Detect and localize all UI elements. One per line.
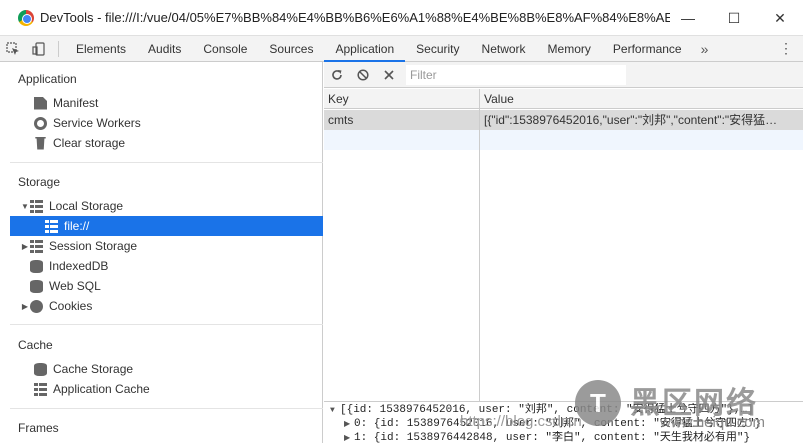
section-divider <box>10 162 323 163</box>
table-row[interactable]: cmts [{"id":1538976452016,"user":"刘邦","c… <box>324 110 803 130</box>
application-sidebar: Application Manifest Service Workers Cle… <box>10 62 323 443</box>
tab-memory[interactable]: Memory <box>537 36 602 62</box>
watermark-url: https://blog.csdn.n <box>460 413 582 430</box>
title-bar: DevTools - file:///I:/vue/04/05%E7%BB%84… <box>0 0 803 36</box>
sidebar-item-cookies[interactable]: ▶ Cookies <box>10 296 323 316</box>
empty-table-row[interactable] <box>324 130 803 150</box>
maximize-button[interactable]: ☐ <box>711 0 757 36</box>
table-icon <box>45 219 58 233</box>
sidebar-item-local-storage[interactable]: ▼ Local Storage <box>10 196 323 216</box>
collapsed-arrow-icon[interactable]: ▶ <box>344 432 354 443</box>
kebab-menu-icon[interactable]: ⋮ <box>779 41 793 55</box>
sidebar-item-label: Manifest <box>53 96 99 110</box>
clear-all-icon[interactable] <box>350 62 376 88</box>
sidebar-item-label: Service Workers <box>53 116 141 130</box>
window-title: DevTools - file:///I:/vue/04/05%E7%BB%84… <box>40 10 670 25</box>
section-application: Application <box>18 72 77 86</box>
collapsed-arrow-icon[interactable]: ▶ <box>20 302 30 311</box>
sidebar-item-indexeddb[interactable]: IndexedDB <box>10 256 323 276</box>
database-icon <box>30 279 43 293</box>
more-tabs-button[interactable]: » <box>693 41 717 57</box>
preview-item-text: 1: {id: 1538976442848, user: "李白", conte… <box>354 432 751 443</box>
sidebar-item-service-workers[interactable]: Service Workers <box>10 113 323 133</box>
inspect-element-icon[interactable] <box>0 36 26 62</box>
tab-security[interactable]: Security <box>405 36 470 62</box>
tab-performance[interactable]: Performance <box>602 36 693 62</box>
table-icon <box>34 382 47 396</box>
device-toolbar-icon[interactable] <box>26 36 52 62</box>
table-icon <box>30 199 43 213</box>
close-button[interactable]: ✕ <box>757 0 803 36</box>
storage-toolbar <box>324 62 803 88</box>
manifest-icon <box>34 96 47 110</box>
expanded-arrow-icon[interactable]: ▼ <box>330 404 340 417</box>
tab-audits[interactable]: Audits <box>137 36 192 62</box>
tab-console[interactable]: Console <box>192 36 258 62</box>
sidebar-item-file-origin[interactable]: file:// <box>10 216 323 236</box>
column-header-value[interactable]: Value <box>480 89 803 109</box>
toolbar-divider <box>58 40 59 57</box>
sidebar-item-label: file:// <box>64 219 90 233</box>
trash-icon <box>35 136 46 150</box>
sidebar-item-manifest[interactable]: Manifest <box>10 93 323 113</box>
database-icon <box>34 362 47 376</box>
sidebar-item-label: Application Cache <box>53 382 150 396</box>
collapsed-arrow-icon[interactable]: ▶ <box>20 242 30 251</box>
window-controls: — ☐ ✕ <box>665 0 803 36</box>
tab-sources[interactable]: Sources <box>258 36 324 62</box>
gear-icon <box>34 116 47 130</box>
expanded-arrow-icon[interactable]: ▼ <box>20 202 30 211</box>
sidebar-item-label: Web SQL <box>49 279 101 293</box>
empty-value-cell[interactable] <box>480 130 803 150</box>
watermark-logo-icon: T <box>575 380 621 426</box>
row-value[interactable]: [{"id":1538976452016,"user":"刘邦","conten… <box>480 110 803 130</box>
collapsed-arrow-icon[interactable]: ▶ <box>344 418 354 431</box>
tab-application[interactable]: Application <box>324 36 406 62</box>
refresh-icon[interactable] <box>324 62 350 88</box>
database-icon <box>30 259 43 273</box>
row-key[interactable]: cmts <box>324 110 480 130</box>
section-frames: Frames <box>18 421 59 435</box>
table-header: Key Value <box>324 89 803 109</box>
sidebar-item-label: Cache Storage <box>53 362 134 376</box>
sidebar-item-label: Cookies <box>49 299 93 313</box>
column-divider <box>479 109 480 401</box>
sidebar-item-web-sql[interactable]: Web SQL <box>10 276 323 296</box>
empty-key-cell[interactable] <box>324 130 480 150</box>
section-divider <box>10 408 323 409</box>
minimize-button[interactable]: — <box>665 0 711 36</box>
chrome-icon <box>18 9 34 26</box>
delete-selected-icon[interactable] <box>376 62 402 88</box>
filter-input[interactable] <box>406 64 626 85</box>
sidebar-item-label: Session Storage <box>49 239 138 253</box>
section-cache: Cache <box>18 338 53 352</box>
sidebar-item-session-storage[interactable]: ▶ Session Storage <box>10 236 323 256</box>
tab-elements[interactable]: Elements <box>65 36 137 62</box>
section-divider <box>10 324 323 325</box>
tab-network[interactable]: Network <box>471 36 537 62</box>
sidebar-item-label: Clear storage <box>53 136 126 150</box>
section-storage: Storage <box>18 175 61 189</box>
column-header-key[interactable]: Key <box>324 89 480 109</box>
watermark-site: www.heiqu.com <box>660 414 766 431</box>
sidebar-item-clear-storage[interactable]: Clear storage <box>10 133 323 153</box>
sidebar-item-label: IndexedDB <box>49 259 109 273</box>
cookie-icon <box>30 299 43 313</box>
table-icon <box>30 239 43 253</box>
storage-table: Key Value cmts [{"id":1538976452016,"use… <box>324 89 803 402</box>
sidebar-item-application-cache[interactable]: Application Cache <box>10 379 323 399</box>
preview-item-1[interactable]: ▶ 1: {id: 1538976442848, user: "李白", cont… <box>330 431 803 443</box>
sidebar-item-cache-storage[interactable]: Cache Storage <box>10 359 323 379</box>
sidebar-item-label: Local Storage <box>49 199 124 213</box>
devtools-tab-bar: Elements Audits Console Sources Applicat… <box>0 36 803 62</box>
